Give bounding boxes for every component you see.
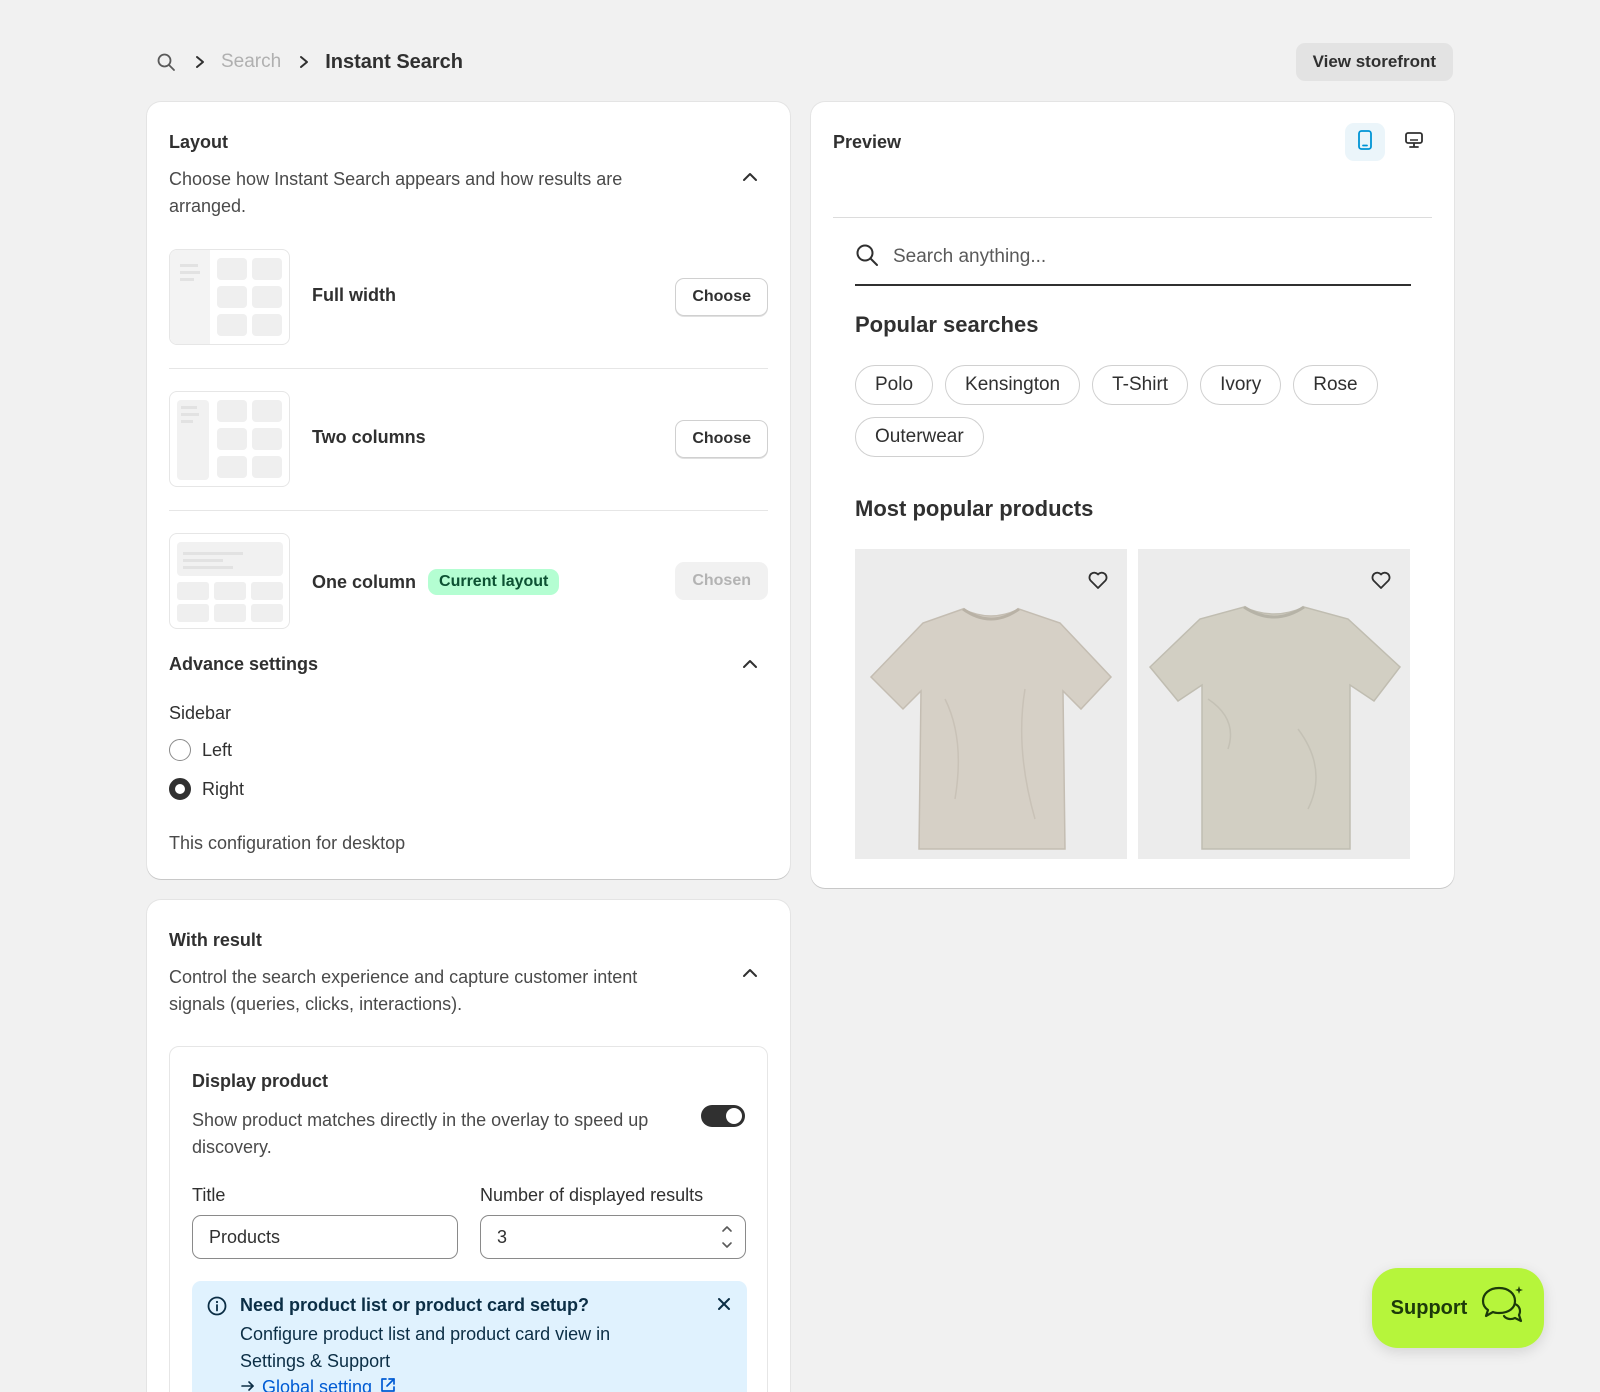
layout-description: Choose how Instant Search appears and ho… — [169, 169, 623, 216]
with-result-description: Control the search experience and captur… — [169, 967, 638, 1014]
search-icon — [855, 243, 879, 272]
stepper-arrows-icon[interactable] — [716, 1221, 738, 1253]
count-input[interactable] — [480, 1215, 746, 1259]
radio-unchecked[interactable] — [169, 739, 191, 761]
popular-search-chip[interactable]: Rose — [1293, 365, 1378, 405]
popular-search-chip[interactable]: Outerwear — [855, 417, 984, 457]
tshirt-image — [1148, 605, 1402, 850]
info-icon — [206, 1295, 228, 1322]
popular-search-chip[interactable]: T-Shirt — [1092, 365, 1189, 405]
chevron-right-icon — [191, 53, 209, 71]
popular-search-chip[interactable]: Kensington — [945, 365, 1081, 405]
desktop-view-button[interactable] — [1394, 123, 1434, 161]
divider — [169, 510, 768, 511]
advance-settings-title: Advance settings — [169, 654, 319, 674]
with-result-card: With result Control the search experienc… — [147, 900, 790, 1392]
title-input[interactable] — [192, 1215, 458, 1259]
breadcrumb-parent[interactable]: Search — [221, 51, 281, 73]
sidebar-label: Sidebar — [169, 703, 232, 723]
chat-bubbles-icon — [1479, 1284, 1525, 1332]
arrow-right-icon — [240, 1377, 256, 1392]
radio-checked[interactable] — [169, 778, 191, 800]
two-columns-thumbnail — [169, 391, 290, 487]
display-product-description: Show product matches directly in the ove… — [192, 1110, 649, 1157]
sidebar-right-radio[interactable]: Right — [169, 778, 244, 800]
preview-card: Preview Search anything... Popular searc… — [811, 102, 1454, 888]
chevron-right-icon — [295, 53, 313, 71]
popular-searches-title: Popular searches — [855, 312, 1039, 337]
display-product-section: Display product Show product matches dir… — [169, 1046, 768, 1392]
one-column-thumbnail — [169, 533, 290, 629]
radio-label: Right — [202, 778, 245, 799]
full-width-thumbnail — [169, 249, 290, 345]
global-setting-link-text[interactable]: Global setting — [262, 1377, 372, 1392]
popular-search-chip[interactable]: Ivory — [1200, 365, 1282, 405]
popular-products-title: Most popular products — [855, 496, 1094, 521]
desktop-icon — [1404, 130, 1424, 155]
desktop-config-note: This configuration for desktop — [169, 833, 406, 853]
layout-option-label: Two columns — [312, 427, 426, 448]
heart-icon[interactable] — [1370, 569, 1392, 591]
count-field — [480, 1215, 746, 1259]
mobile-icon — [1357, 129, 1373, 155]
title-field-label: Title — [192, 1185, 226, 1205]
popular-searches-list: Polo Kensington T-Shirt Ivory Rose Outer… — [855, 365, 1415, 457]
choose-two-columns-button[interactable]: Choose — [675, 420, 768, 458]
product-card[interactable] — [855, 549, 1127, 859]
support-label: Support — [1390, 1296, 1468, 1319]
preview-search-input[interactable]: Search anything... — [855, 230, 1411, 286]
support-button[interactable]: Support — [1372, 1268, 1544, 1348]
tshirt-image — [869, 607, 1113, 850]
banner-title: Need product list or product card setup? — [240, 1295, 590, 1315]
banner-text: Configure product list and product card … — [240, 1324, 611, 1371]
chosen-one-column-button: Chosen — [675, 562, 768, 600]
option-label-text: One column — [312, 571, 417, 592]
option-label-text: Two columns — [312, 427, 426, 447]
divider — [169, 368, 768, 369]
popular-search-chip[interactable]: Polo — [855, 365, 934, 405]
with-result-title: With result — [169, 930, 262, 950]
sidebar-left-radio[interactable]: Left — [169, 739, 232, 761]
radio-label: Left — [202, 739, 233, 760]
top-bar: Search Instant Search View storefront — [147, 43, 1453, 81]
close-icon[interactable] — [715, 1295, 733, 1318]
chevron-up-icon[interactable] — [739, 962, 761, 984]
preview-title: Preview — [833, 132, 902, 152]
layout-option-label: One column Current layout — [312, 569, 560, 595]
heart-icon[interactable] — [1087, 569, 1109, 591]
divider — [833, 217, 1432, 218]
global-setting-link[interactable]: Global setting — [240, 1375, 398, 1392]
layout-card: Layout Choose how Instant Search appears… — [147, 102, 790, 879]
mobile-view-button[interactable] — [1345, 123, 1385, 161]
search-placeholder: Search anything... — [893, 246, 1047, 267]
layout-option-full-width: Full width Choose — [169, 249, 768, 345]
chevron-up-icon[interactable] — [739, 166, 761, 188]
breadcrumb-current: Instant Search — [325, 50, 464, 73]
option-label-text: Full width — [312, 285, 396, 305]
layout-option-label: Full width — [312, 285, 396, 306]
setup-info-banner: Need product list or product card setup?… — [192, 1281, 747, 1392]
view-storefront-button[interactable]: View storefront — [1295, 43, 1453, 81]
choose-full-width-button[interactable]: Choose — [675, 278, 768, 316]
external-link-icon — [378, 1375, 398, 1392]
chevron-up-icon[interactable] — [739, 653, 761, 675]
display-product-toggle[interactable] — [701, 1105, 745, 1127]
current-layout-badge: Current layout — [428, 569, 560, 595]
layout-title: Layout — [169, 132, 229, 152]
layout-option-one-column: One column Current layout Chosen — [169, 533, 768, 629]
search-icon[interactable] — [155, 51, 177, 73]
count-field-label: Number of displayed results — [480, 1185, 704, 1205]
breadcrumb: Search Instant Search — [147, 51, 463, 74]
product-card[interactable] — [1138, 549, 1410, 859]
layout-option-two-columns: Two columns Choose — [169, 391, 768, 487]
display-product-title: Display product — [192, 1071, 329, 1091]
